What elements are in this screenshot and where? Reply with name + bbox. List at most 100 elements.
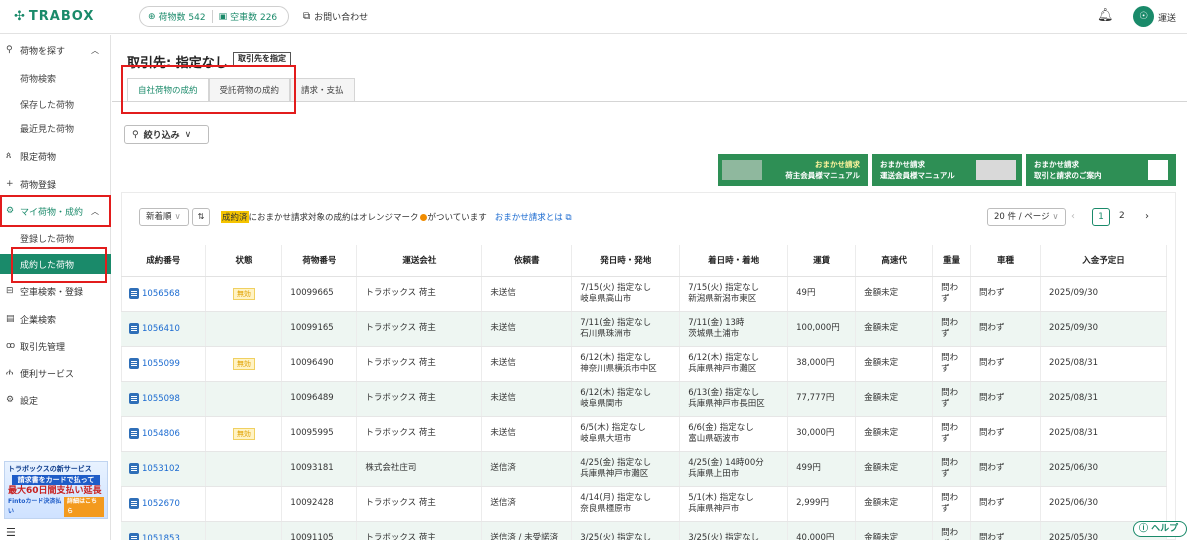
orange-mark-note: 成約済 におまかせ請求対象の成約はオレンジマーク がついています おまかせ請求とは ⧉ xyxy=(221,211,572,223)
request-cell: 未送信 xyxy=(481,381,573,417)
weight-cell: 問わず xyxy=(932,381,972,417)
contract-no-cell[interactable]: 1052670 xyxy=(121,486,207,522)
contact-link[interactable]: ⧉ お問い合わせ xyxy=(303,10,368,23)
col-vehicle-type[interactable]: 車種 xyxy=(970,245,1041,277)
col-request[interactable]: 依頼書 xyxy=(481,245,573,277)
tab-billing[interactable]: 請求・支払 xyxy=(290,78,355,102)
col-arrival[interactable]: 着日時・着地 xyxy=(679,245,789,277)
sidebar-item-limited-cargo[interactable]: ጰ 限定荷物 xyxy=(0,146,111,166)
collapse-menu-icon[interactable]: ☰ xyxy=(6,526,16,539)
warehouse-image xyxy=(722,160,762,180)
weight-cell: 問わず xyxy=(932,276,972,312)
truck-icon: ⊟ xyxy=(6,286,14,296)
status-cell xyxy=(205,521,283,540)
sidebar-item-settings[interactable]: ⚙ 設定 xyxy=(0,390,111,410)
payment-date-cell: 2025/08/31 xyxy=(1040,381,1167,417)
sort-direction-button[interactable]: ⇅ xyxy=(192,208,210,226)
contract-no-cell[interactable]: 1054806 xyxy=(121,416,207,452)
truck-image xyxy=(976,160,1016,180)
sidebar-item-vehicle-search[interactable]: ⊟ 空車検索・登録 xyxy=(0,281,111,301)
col-payment-date[interactable]: 入金予定日 xyxy=(1040,245,1167,277)
contract-no-cell[interactable]: 1056410 xyxy=(121,311,207,347)
billing-guide-banner[interactable]: おまかせ請求 取引と請求のご案内 xyxy=(1026,154,1176,186)
col-departure[interactable]: 発日時・発地 xyxy=(571,245,681,277)
fare-cell: 30,000円 xyxy=(787,416,857,452)
page-1-button[interactable]: 1 xyxy=(1092,208,1110,226)
departure-cell: 6/5(木) 指定なし 岐阜県大垣市 xyxy=(571,416,681,452)
status-cell xyxy=(205,381,283,417)
request-cell: 送信済 xyxy=(481,486,573,522)
contract-no-cell[interactable]: 1051853 xyxy=(121,521,207,540)
vehicle-type-cell: 問わず xyxy=(970,451,1041,487)
request-cell: 未送信 xyxy=(481,416,573,452)
contract-no-cell[interactable]: 1053102 xyxy=(121,451,207,487)
weight-cell: 問わず xyxy=(932,416,972,452)
trabox-logo[interactable]: ✣ TRABOX xyxy=(14,9,94,24)
next-page-icon[interactable]: › xyxy=(1145,211,1149,222)
sidebar-item-saved-cargo[interactable]: 保存した荷物 xyxy=(0,94,111,114)
sidebar-item-services[interactable]: ሐ 便利サービス xyxy=(0,363,111,383)
carrier-cell: トラボックス 荷主 xyxy=(356,346,483,382)
contract-no-cell[interactable]: 1055098 xyxy=(121,381,207,417)
cargo-count[interactable]: ⊕ 荷物数 542 xyxy=(140,10,213,23)
vehicle-type-cell: 問わず xyxy=(970,381,1041,417)
page-2-button[interactable]: 2 xyxy=(1119,211,1125,221)
col-carrier[interactable]: 運送会社 xyxy=(356,245,483,277)
table-row[interactable]: 1055099 無効 10096490 トラボックス 荷主 未送信 6/12(木) 指定な… xyxy=(121,346,1167,382)
specify-partner-button[interactable]: 取引先を指定 xyxy=(233,52,291,66)
count-pill[interactable]: ⊕ 荷物数 542 ▣ 空車数 226 xyxy=(139,6,289,27)
chevron-down-icon: ∨ xyxy=(184,129,192,140)
document-icon xyxy=(129,392,139,404)
departure-cell: 7/15(火) 指定なし 岐阜県高山市 xyxy=(571,276,681,312)
vehicle-count[interactable]: ▣ 空車数 226 xyxy=(213,10,278,24)
fare-cell: 49円 xyxy=(787,276,857,312)
status-cell xyxy=(205,486,283,522)
help-button[interactable]: ⓘ ヘルプ xyxy=(1133,521,1187,537)
status-cell xyxy=(205,451,283,487)
table-row[interactable]: 1051853 10091105 トラボックス 荷主 送信済 / 未受諾済 3/25(火… xyxy=(121,521,1167,540)
sidebar-item-registered-cargo[interactable]: 登録した荷物 xyxy=(0,228,111,248)
avatar[interactable]: ☉ xyxy=(1133,6,1154,27)
sidebar-item-company-search[interactable]: ▤ 企業検索 xyxy=(0,309,111,329)
prev-page-icon[interactable]: ‹ xyxy=(1071,211,1075,222)
per-page-select[interactable]: 20 件 / ページ ∨ xyxy=(987,208,1066,226)
fare-cell: 2,999円 xyxy=(787,486,857,522)
table-row[interactable]: 1055098 10096489 トラボックス 荷主 未送信 6/12(木) 指定なし岐… xyxy=(121,381,1167,417)
building-icon: ▤ xyxy=(6,314,15,324)
table-row[interactable]: 1056410 10099165 トラボックス 荷主 未送信 7/11(金) 指定なし石… xyxy=(121,311,1167,347)
carrier-cell: 株式会社庄司 xyxy=(356,451,483,487)
table-row[interactable]: 1054806 無効 10095995 トラボックス 荷主 未送信 6/5(木) 指定なし… xyxy=(121,416,1167,452)
omakase-link[interactable]: おまかせ請求とは ⧉ xyxy=(495,211,572,223)
banner-detail-button[interactable]: 詳細はこちら xyxy=(64,497,104,517)
document-icon xyxy=(129,427,139,439)
sort-select[interactable]: 新着順 ∨ xyxy=(139,208,189,226)
contract-no-cell[interactable]: 1056568 xyxy=(121,276,207,312)
sidebar-item-cargo-search[interactable]: 荷物検索 xyxy=(0,68,111,88)
col-fare[interactable]: 運賃 xyxy=(787,245,857,277)
shipper-manual-banner[interactable]: おまかせ請求 荷主会員様マニュアル xyxy=(718,154,868,186)
filter-button[interactable]: ⚲ 絞り込み ∨ xyxy=(124,125,209,144)
sidebar-item-recent-cargo[interactable]: 最近見た荷物 xyxy=(0,118,111,138)
col-weight[interactable]: 重量 xyxy=(932,245,972,277)
col-cargo-no[interactable]: 荷物番号 xyxy=(281,245,358,277)
col-contract-no[interactable]: 成約番号 xyxy=(121,245,207,277)
table-row[interactable]: 1053102 10093181 株式会社庄司 送信済 4/25(金) 指定なし 兵庫県神… xyxy=(121,451,1167,487)
finto-banner[interactable]: トラボックスの新サービス 請求書をカードで払って 最大60日間支払い延長 Fin… xyxy=(4,461,108,519)
table-row[interactable]: 1056568 無効 10099665 トラボックス 荷主 未送信 7/15(火) 指定な… xyxy=(121,276,1167,312)
fare-cell: 499円 xyxy=(787,451,857,487)
bell-icon[interactable]: 🔔︎ xyxy=(1097,8,1114,23)
col-highway[interactable]: 高速代 xyxy=(855,245,934,277)
col-status[interactable]: 状態 xyxy=(205,245,283,277)
weight-cell: 問わず xyxy=(932,346,972,382)
sidebar-item-search-cargo[interactable]: ⚲ 荷物を探す ︿ xyxy=(0,40,111,60)
user-name[interactable]: 運送 xyxy=(1158,11,1176,24)
document-image xyxy=(1148,160,1168,180)
sidebar-item-partners[interactable]: ꝏ 取引先管理 xyxy=(0,336,111,356)
plus-icon: + xyxy=(6,179,14,189)
carrier-manual-banner[interactable]: おまかせ請求 運送会員様マニュアル xyxy=(872,154,1022,186)
table-header-row: 成約番号 状態 荷物番号 運送会社 依頼書 発日時・発地 着日時・着地 運賃 高… xyxy=(121,245,1167,277)
table-row[interactable]: 1052670 10092428 トラボックス 荷主 送信済 4/14(月) 指定なし奈… xyxy=(121,486,1167,522)
sidebar-item-register-cargo[interactable]: + 荷物登録 xyxy=(0,174,111,194)
contract-no-cell[interactable]: 1055099 xyxy=(121,346,207,382)
status-badge: 無効 xyxy=(232,287,255,300)
